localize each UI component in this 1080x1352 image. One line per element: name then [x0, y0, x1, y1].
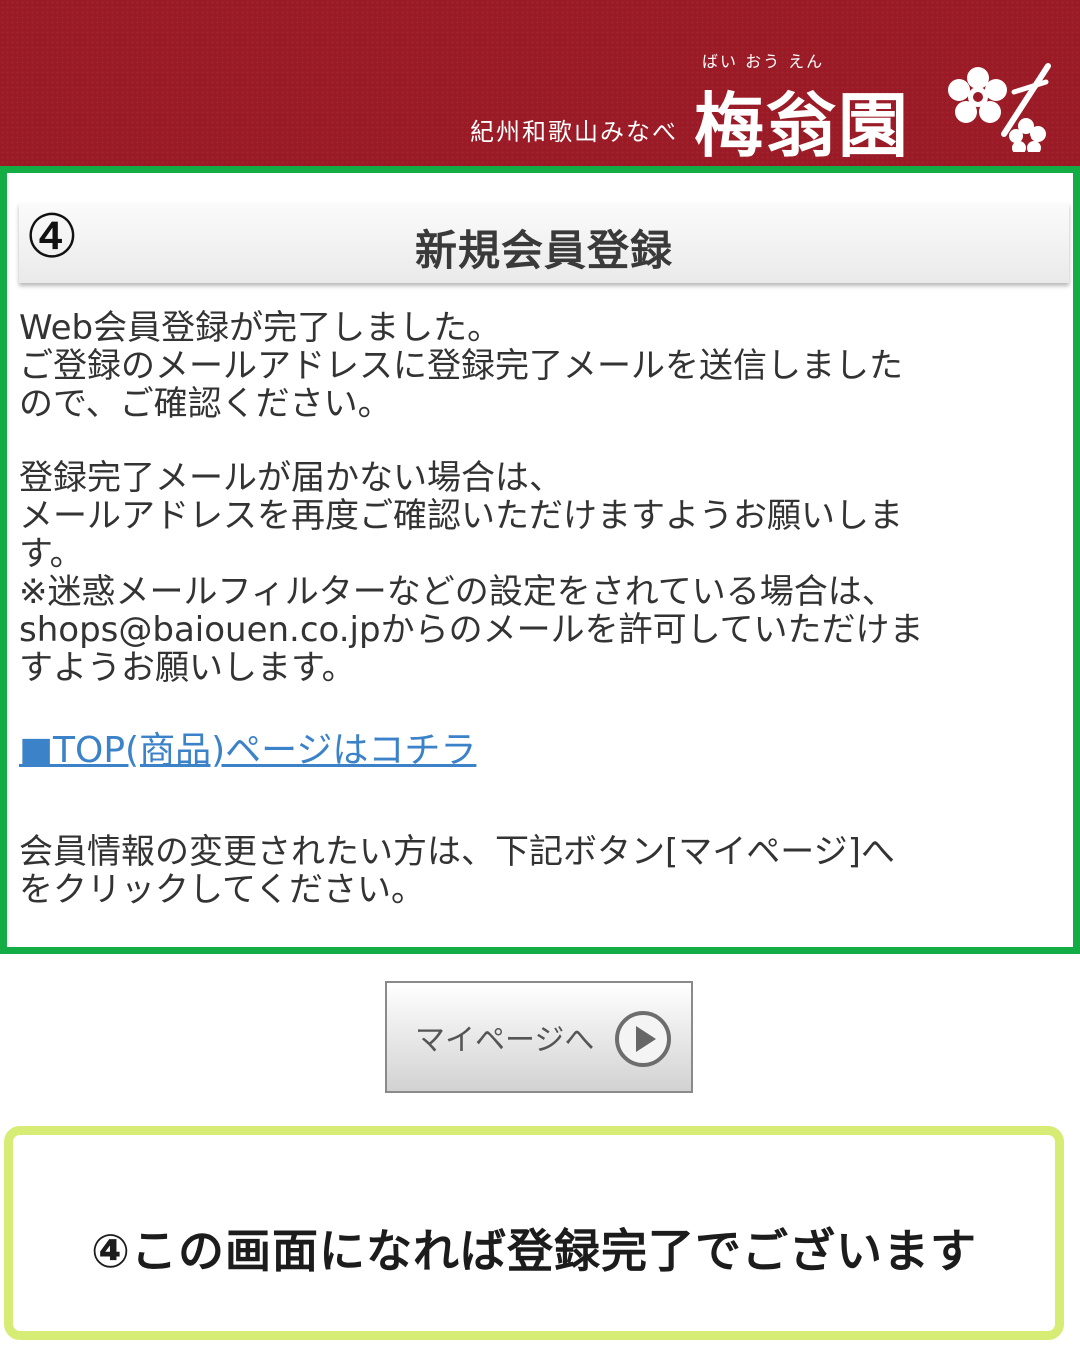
title-bar: ④ 新規会員登録 [19, 203, 1069, 283]
brand-logo-text[interactable]: 梅翁園 [694, 70, 910, 171]
info-line: 会員情報の変更されたい方は、下記ボタン[マイページ]へ [19, 832, 895, 872]
brand-furigana: ばい おう えん [702, 52, 825, 71]
registration-complete-panel: ④ 新規会員登録 Web会員登録が完了しました。 ご登録のメールアドレスに登録完… [0, 166, 1080, 954]
header-tagline: 紀州和歌山みなべ [470, 118, 678, 146]
completion-annotation-box: ④この画面になれば登録完了でございます [4, 1126, 1064, 1340]
completion-annotation-text: ④この画面になれば登録完了でございます [91, 1224, 977, 1278]
notice-line: メールアドレスを再度ご確認いただけますようお願いしま [19, 496, 903, 536]
info-line: をクリックしてください。 [19, 870, 425, 910]
notice-line: 登録完了メールが届かない場合は、 [19, 458, 563, 498]
play-circle-icon [615, 1011, 671, 1067]
message-line: ので、ご確認ください。 [19, 384, 392, 424]
notice-line: shops@baiouen.co.jpからのメールを許可していただけま [19, 610, 924, 650]
mail-notice: 登録完了メールが届かない場合は、 メールアドレスを再度ご確認いただけますようお願… [19, 459, 1069, 687]
notice-line: すようお願いします。 [19, 648, 356, 688]
mypage-button-label: マイページへ [415, 1023, 595, 1058]
member-info-notice: 会員情報の変更されたい方は、下記ボタン[マイページ]へ をクリックしてください。 [19, 833, 1069, 909]
notice-line: す。 [19, 534, 84, 574]
message-line: ご登録のメールアドレスに登録完了メールを送信しました [19, 346, 903, 386]
top-page-link[interactable]: ■TOP(商品)ページはコチラ [19, 721, 476, 773]
completion-message: Web会員登録が完了しました。 ご登録のメールアドレスに登録完了メールを送信しま… [19, 309, 1069, 423]
mypage-button[interactable]: マイページへ [385, 981, 693, 1093]
page-title: 新規会員登録 [414, 226, 673, 275]
site-header: 紀州和歌山みなべ ばい おう えん 梅翁園 [0, 0, 1080, 167]
plum-blossom-logo-icon [948, 63, 1051, 152]
message-line: Web会員登録が完了しました。 [19, 308, 502, 348]
notice-line: ※迷惑メールフィルターなどの設定をされている場合は、 [19, 572, 896, 612]
